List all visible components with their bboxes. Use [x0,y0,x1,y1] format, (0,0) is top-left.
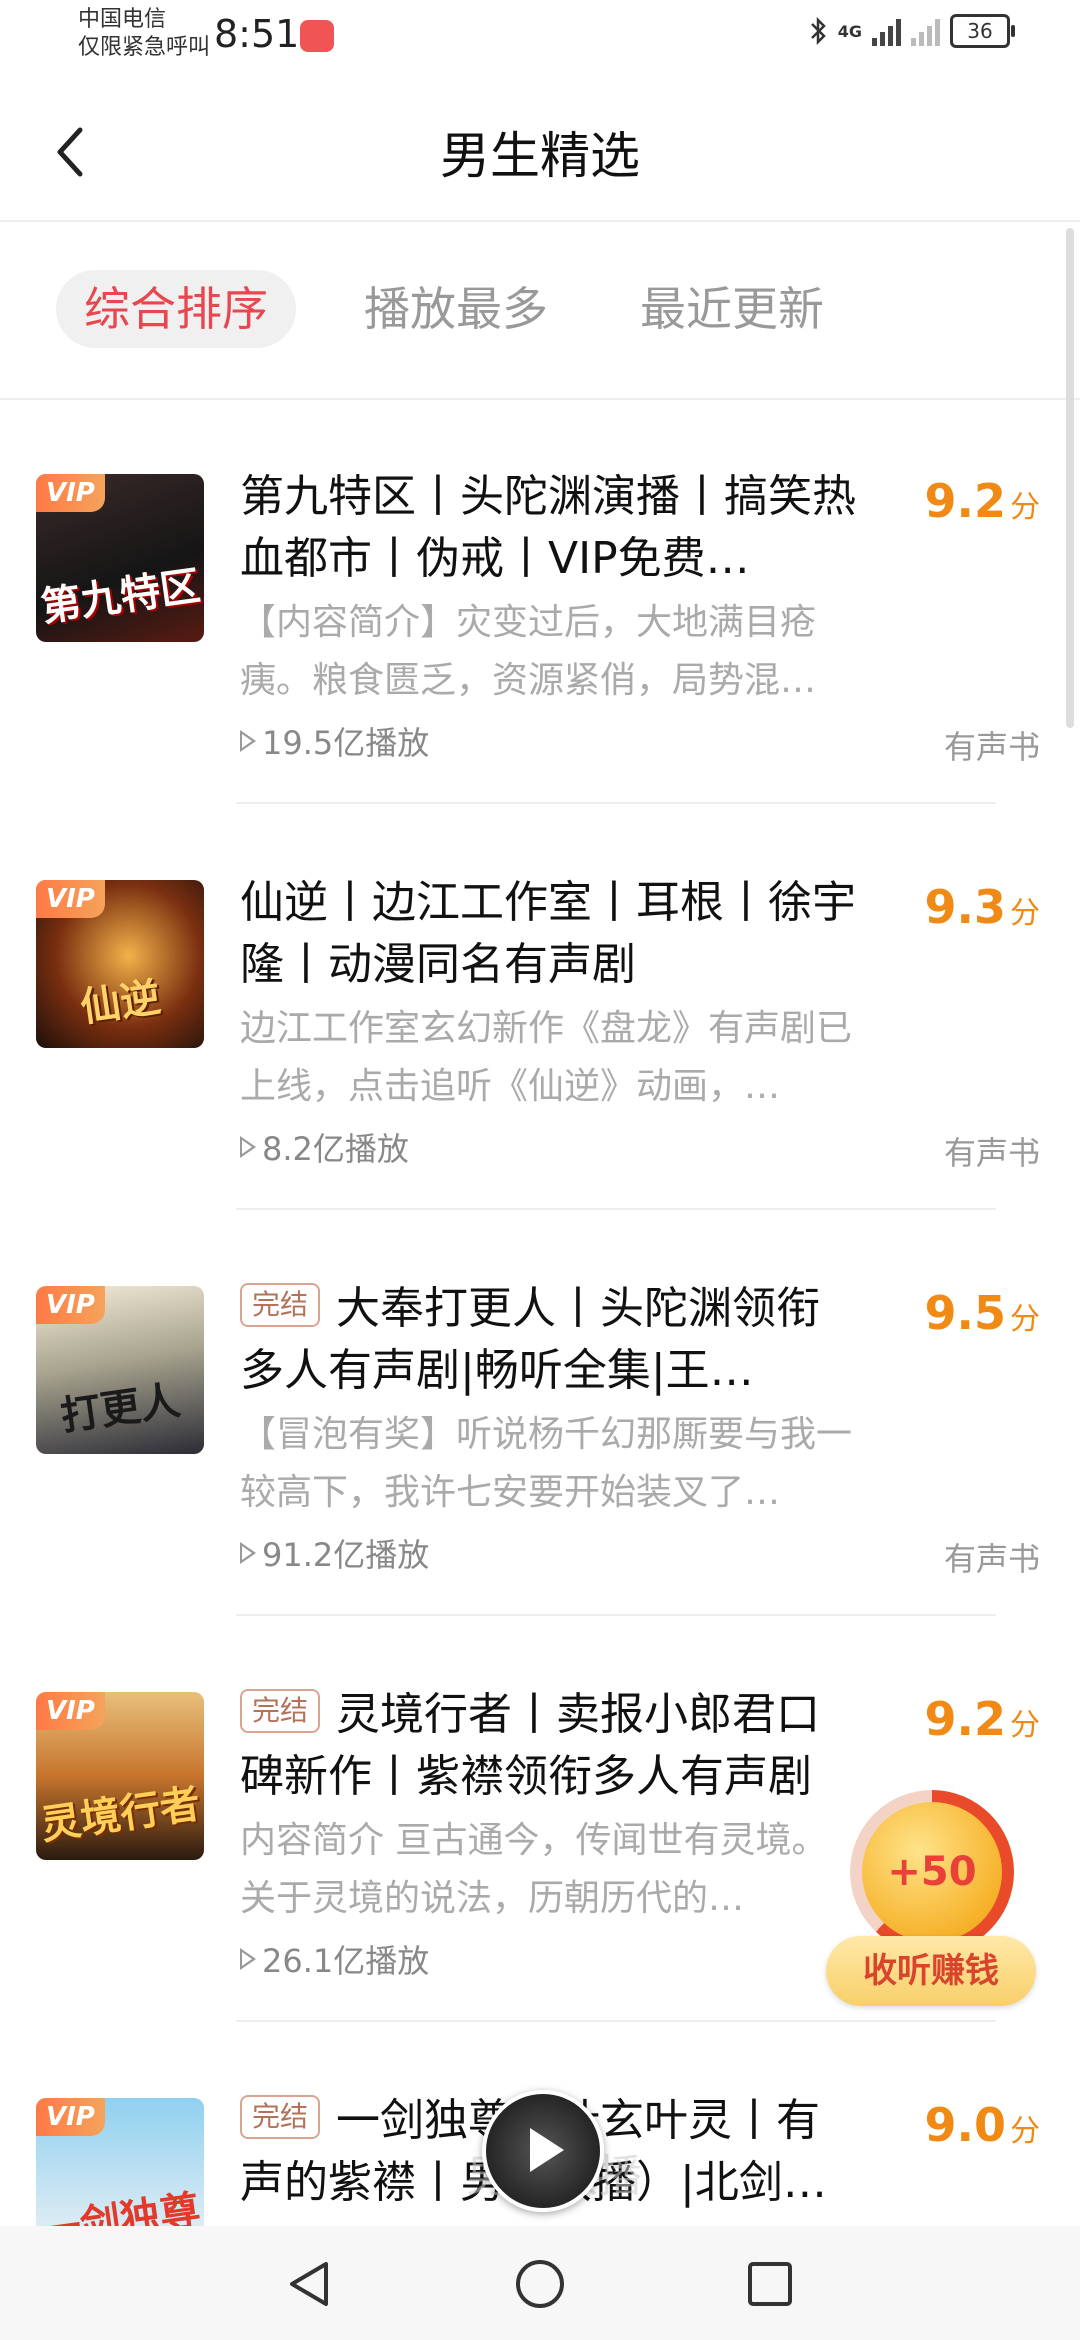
system-nav-bar [0,2226,1080,2340]
item-description: 边江工作室玄幻新作《盘龙》有声剧已上线，点击追听《仙逆》动画，… [240,1008,853,1107]
status-icons: 4G 36 [808,14,1015,48]
content-type: 有声书 [943,1134,1040,1172]
cover-title: 仙逆 [77,974,164,1032]
cover-title: 一剑独尊 [38,2187,203,2226]
list-item[interactable]: VIP 第九特区 第九特区丨头陀渊演播丨搞笑热血都市丨伪戒丨VIP免费… 【内容… [0,400,1080,804]
page-header: 男生精选 [0,78,1080,222]
cover-image: VIP 灵境行者 [36,1692,204,1860]
carrier-status: 仅限紧急呼叫 [78,35,211,60]
play-icon [240,1948,256,1970]
cover-image: VIP 仙逆 [36,880,204,1048]
vip-badge: VIP [36,880,105,918]
score: 9.5 分 [925,1286,1041,1340]
listen-earn-widget[interactable]: +50 收听赚钱 [826,1790,1046,2020]
score-unit: 分 [1010,2114,1040,2149]
cover-title: 灵境行者 [38,1781,203,1849]
divider [236,1614,996,1616]
score: 9.2 分 [925,1692,1041,1746]
page-title: 男生精选 [440,127,640,185]
carrier-info: 中国电信 仅限紧急呼叫 [78,6,210,62]
list-item[interactable]: VIP 仙逆 仙逆丨边江工作室丨耳根丨徐宇隆丨动漫同名有声剧 边江工作室玄幻新作… [0,806,1080,1210]
tab-recently-updated[interactable]: 最近更新 [612,270,852,348]
score-value: 9.5 [924,1286,1007,1340]
reward-value: +50 [887,1849,977,1895]
finished-tag: 完结 [240,1689,321,1733]
item-title: 完结 灵境行者丨卖报小郎君口碑新作丨紫襟领衔多人有声剧 [240,1684,860,1808]
play-count-text: 8.2亿播放 [262,1130,409,1168]
item-description: 【内容简介】灾变过后，大地满目疮痍。粮食匮乏，资源紧俏，局势混… [240,602,817,701]
content-type: 有声书 [943,1540,1040,1578]
tab-most-played[interactable]: 播放最多 [336,270,576,348]
play-count-text: 26.1亿播放 [262,1942,430,1980]
play-count-text: 91.2亿播放 [262,1536,430,1574]
vip-badge: VIP [36,474,105,512]
cover-image: VIP 第九特区 [36,474,204,642]
score-unit: 分 [1010,1708,1040,1743]
content-type: 有声书 [943,728,1040,766]
play-count: 8.2亿播放 [240,1124,409,1170]
item-title-text: 灵境行者丨卖报小郎君口碑新作丨紫襟领衔多人有声剧 [240,1689,821,1802]
signal-secondary-icon [911,16,940,46]
vip-badge: VIP [36,1286,105,1324]
item-title-text: 大奉打更人丨头陀渊领衔多人有声剧|畅听全集|王… [240,1283,821,1396]
sort-tabs: 综合排序 播放最多 最近更新 [0,222,1080,400]
score: 9.3 分 [925,880,1041,934]
divider [236,2020,996,2022]
score: 9.2 分 [925,474,1041,528]
score-value: 9.0 [924,2098,1007,2152]
mini-player-button[interactable] [482,2090,604,2212]
cover-image: VIP 一剑独尊 [36,2098,204,2226]
vip-badge: VIP [36,1692,105,1730]
play-count-text: 19.5亿播放 [262,724,430,762]
signal-icon [872,16,901,46]
nav-back-icon[interactable] [282,2256,338,2312]
play-count: 26.1亿播放 [240,1936,429,1982]
play-icon [240,730,256,752]
play-count: 19.5亿播放 [240,718,429,764]
divider [236,1208,996,1210]
tab-comprehensive[interactable]: 综合排序 [56,270,296,348]
finished-tag: 完结 [240,1283,321,1327]
play-icon [240,1136,256,1158]
divider [236,802,996,804]
finished-tag: 完结 [240,2095,321,2139]
vip-badge: VIP [36,2098,105,2136]
coin-icon: +50 [862,1802,1002,1942]
carrier-name: 中国电信 [78,7,167,32]
notification-app-icon [300,20,334,52]
score: 9.0 分 [925,2098,1041,2152]
nav-home-icon[interactable] [512,2256,568,2312]
play-count: 91.2亿播放 [240,1530,429,1576]
status-bar: 中国电信 仅限紧急呼叫 8:51 4G 36 [0,0,1080,78]
item-description: 内容简介 亘古通今，传闻世有灵境。关于灵境的说法，历朝历代的… [240,1820,828,1919]
bluetooth-icon [810,16,826,46]
cover-image: VIP 打更人 [36,1286,204,1454]
item-title: 仙逆丨边江工作室丨耳根丨徐宇隆丨动漫同名有声剧 [240,877,856,990]
play-icon [240,1542,256,1564]
battery-icon: 36 [950,14,1015,48]
list-item[interactable]: VIP 打更人 完结 大奉打更人丨头陀渊领衔多人有声剧|畅听全集|王… 【冒泡有奖… [0,1212,1080,1616]
play-icon [530,2128,564,2172]
score-value: 9.2 [924,474,1007,528]
item-title: 完结 大奉打更人丨头陀渊领衔多人有声剧|畅听全集|王… [240,1278,860,1402]
score-unit: 分 [1010,490,1040,525]
listen-earn-button[interactable]: 收听赚钱 [826,1936,1036,2006]
item-description: 【冒泡有奖】听说杨千幻那厮要与我一较高下，我许七安要开始装叉了… [240,1414,853,1513]
score-value: 9.3 [924,880,1007,934]
network-type-label: 4G [837,21,862,41]
cover-title: 第九特区 [38,563,203,631]
cover-title: 打更人 [57,1377,184,1441]
item-title: 第九特区丨头陀渊演播丨搞笑热血都市丨伪戒丨VIP免费… [240,471,856,584]
score-value: 9.2 [924,1692,1007,1746]
score-unit: 分 [1010,896,1040,931]
battery-level: 36 [967,19,993,43]
nav-recents-icon[interactable] [742,2256,798,2312]
score-unit: 分 [1010,1302,1040,1337]
status-time: 8:51 [214,12,300,56]
